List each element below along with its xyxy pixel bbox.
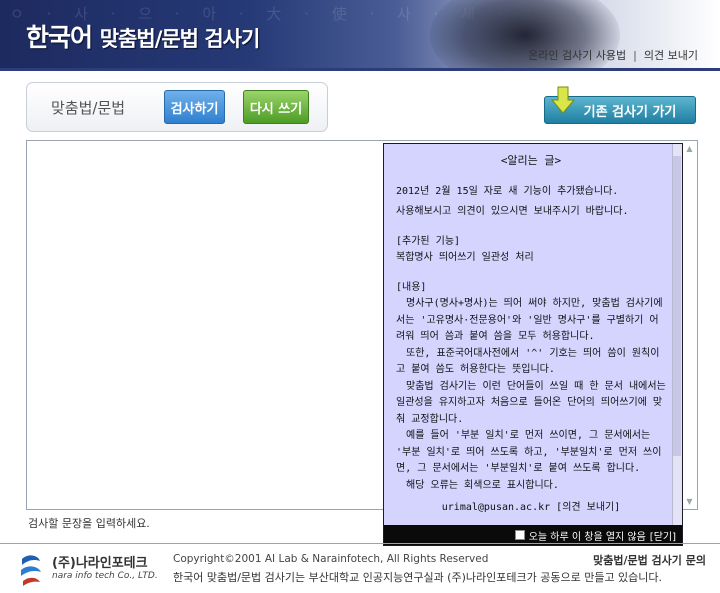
notice-popup: <알리는 글> 2012년 2월 15일 자로 새 기능이 추가됐습니다. 사용… xyxy=(383,143,683,546)
usage-guide-link[interactable]: 온라인 검사기 사용법 xyxy=(528,49,626,62)
header-links: 온라인 검사기 사용법 | 의견 보내기 xyxy=(528,47,698,63)
notice-footer: 오늘 하루 이 창을 열지 않음 [닫기] xyxy=(384,525,682,545)
inquiry-link[interactable]: 맞춤법/문법 검사기 문의 xyxy=(593,552,706,568)
arrow-down-icon xyxy=(550,86,576,114)
send-feedback-link[interactable]: 의견 보내기 xyxy=(644,49,698,62)
logo-mark-icon xyxy=(21,555,41,586)
legacy-checker-button[interactable]: 기존 검사기 가기 xyxy=(544,86,696,126)
notice-email[interactable]: urimal@pusan.ac.kr xyxy=(442,502,550,513)
scroll-up-icon[interactable]: ▲ xyxy=(684,143,695,154)
page-title-main: 한국어 xyxy=(26,23,93,52)
notice-close-button[interactable]: [닫기] xyxy=(650,528,676,543)
notice-line: 사용해보시고 의견이 있으시면 보내주시기 바랍니다. xyxy=(396,206,629,217)
footer-divider xyxy=(0,543,720,544)
logo-english-text: nara info tech Co., LTD. xyxy=(52,571,158,581)
dont-show-label: 오늘 하루 이 창을 열지 않음 xyxy=(528,531,646,543)
toolbar-label: 맞춤법/문법 xyxy=(51,99,126,117)
notice-paragraph: 명사구(명사+명사)는 띄어 써야 하지만, 맞춤법 검사기에서는 '고유명사·… xyxy=(396,298,663,342)
input-hint: 검사할 문장을 입력하세요. xyxy=(28,517,150,530)
notice-line: 2012년 2월 15일 자로 새 기능이 추가됐습니다. xyxy=(396,185,619,197)
reset-button[interactable]: 다시 쓰기 xyxy=(243,90,309,124)
header-divider xyxy=(0,68,720,71)
check-button[interactable]: 검사하기 xyxy=(164,90,225,124)
notice-contact: urimal@pusan.ac.kr [의견 보내기] xyxy=(396,500,666,517)
notice-scroll-thumb[interactable] xyxy=(673,156,681,456)
toolbar: 맞춤법/문법 검사하기 다시 쓰기 xyxy=(26,82,328,132)
logo-text: (주)나라인포테크 xyxy=(52,556,148,571)
notice-paragraph: 해당 오류는 회색으로 표시합니다. xyxy=(406,479,559,491)
copyright: Copyright©2001 AI Lab & Narainfotech, Al… xyxy=(173,553,489,565)
notice-paragraph: 맞춤법 검사기는 이런 단어들이 쓰일 때 한 문서 내에서는 일관성을 유지하… xyxy=(396,380,666,425)
notice-paragraph: 또한, 표준국어대사전에서 '^' 기호는 띄어 씀이 원칙이고 붙여 씀도 허… xyxy=(396,347,660,376)
notice-added-item: 복합명사 띄어쓰기 일관성 처리 xyxy=(396,252,534,263)
notice-added-heading: [추가된 기능] xyxy=(396,235,461,247)
page-title: 한국어 맞춤법/문법 검사기 xyxy=(26,18,261,54)
notice-feedback-link[interactable]: [의견 보내기] xyxy=(556,502,620,513)
dont-show-checkbox[interactable] xyxy=(514,530,525,540)
header-banner: ㅇ · 사 · 으 · 아 · 大 · 使 · 사 · 세 · 文 · 시 · … xyxy=(0,0,720,68)
footer-description: 한국어 맞춤법/문법 검사기는 부산대학교 인공지능연구실과 (주)나라인포테크… xyxy=(173,571,663,584)
notice-content: <알리는 글> 2012년 2월 15일 자로 새 기능이 추가됐습니다. 사용… xyxy=(384,144,674,527)
company-logo: (주)나라인포테크 nara info tech Co., LTD. xyxy=(18,550,158,588)
notice-paragraph: 예를 들어 '부분 일치'로 먼저 쓰이면, 그 문서에서는 '부분 일치'로 … xyxy=(396,430,662,474)
notice-content-heading: [내용] xyxy=(396,281,427,293)
page-title-sub: 맞춤법/문법 검사기 xyxy=(99,27,261,51)
scroll-down-icon[interactable]: ▼ xyxy=(684,496,695,507)
link-separator: | xyxy=(633,49,637,62)
notice-title: <알리는 글> xyxy=(500,154,562,167)
